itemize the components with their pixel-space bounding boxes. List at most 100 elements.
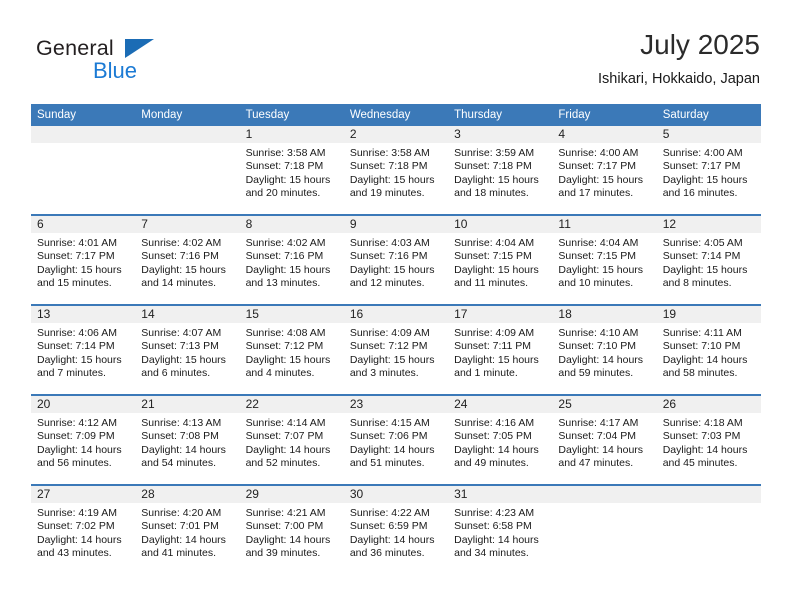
calendar-day-cell[interactable]: 9 Sunrise: 4:03 AM Sunset: 7:16 PM Daylight…	[343, 214, 449, 305]
daylight-duration-line1: Daylight: 15 hours	[454, 353, 539, 366]
daylight-duration-line1: Daylight: 14 hours	[454, 443, 539, 456]
daylight-duration-line1: Daylight: 15 hours	[37, 353, 122, 366]
calendar-day-cell[interactable]: 3 Sunrise: 3:59 AM Sunset: 7:18 PM Daylight…	[448, 126, 553, 215]
daylight-duration-line2: and 7 minutes.	[37, 367, 106, 380]
daylight-duration-line1: Daylight: 15 hours	[349, 263, 435, 276]
daylight-duration-line1: Daylight: 15 hours	[349, 173, 435, 186]
calendar-day-cell[interactable]: 2 Sunrise: 3:58 AM Sunset: 7:18 PM Daylight…	[343, 126, 449, 215]
calendar-day-cell-empty	[552, 484, 657, 574]
day-number: 23	[343, 396, 449, 413]
calendar-day-cell[interactable]: 28 Sunrise: 4:20 AM Sunset: 7:01 PM Dayligh…	[135, 484, 240, 574]
day-cell-inner: 10 Sunrise: 4:04 AM Sunset: 7:15 PM Dayligh…	[448, 216, 553, 304]
page-title: July 2025	[640, 29, 760, 60]
calendar-day-cell[interactable]: 1 Sunrise: 3:58 AM Sunset: 7:18 PM Daylight…	[239, 126, 344, 215]
calendar-day-cell[interactable]: 25 Sunrise: 4:17 AM Sunset: 7:04 PM Dayligh…	[552, 394, 657, 485]
sunrise-sunset-calendar: Sunday Monday Tuesday Wednesday Thursday…	[31, 104, 761, 574]
day-cell-inner: 1 Sunrise: 3:58 AM Sunset: 7:18 PM Daylight…	[239, 126, 344, 214]
daylight-duration-line2: and 36 minutes.	[349, 547, 425, 560]
sunset-time: Sunset: 6:59 PM	[349, 520, 428, 533]
day-cell-inner: 28 Sunrise: 4:20 AM Sunset: 7:01 PM Dayligh…	[135, 486, 240, 574]
daylight-duration-line2: and 34 minutes.	[454, 547, 529, 560]
sunset-time: Sunset: 7:15 PM	[558, 250, 637, 263]
daylight-duration-line2: and 54 minutes.	[141, 457, 216, 470]
daylight-duration-line1: Daylight: 15 hours	[349, 353, 435, 366]
daylight-duration-line2: and 41 minutes.	[141, 547, 216, 560]
calendar-week-row: 1 Sunrise: 3:58 AM Sunset: 7:18 PM Daylight…	[31, 126, 761, 215]
calendar-day-cell[interactable]: 14 Sunrise: 4:07 AM Sunset: 7:13 PM Dayligh…	[135, 304, 240, 395]
sunset-time: Sunset: 7:16 PM	[141, 250, 219, 263]
calendar-day-cell[interactable]: 23 Sunrise: 4:15 AM Sunset: 7:06 PM Dayligh…	[343, 394, 449, 485]
day-cell-inner: 2 Sunrise: 3:58 AM Sunset: 7:18 PM Daylight…	[343, 126, 449, 214]
calendar-day-cell[interactable]: 7 Sunrise: 4:02 AM Sunset: 7:16 PM Daylight…	[135, 214, 240, 305]
calendar-header-row: Sunday Monday Tuesday Wednesday Thursday…	[31, 104, 761, 126]
calendar-day-cell[interactable]: 20 Sunrise: 4:12 AM Sunset: 7:09 PM Dayligh…	[31, 394, 136, 485]
day-number: 2	[343, 126, 449, 143]
calendar-day-cell[interactable]: 4 Sunrise: 4:00 AM Sunset: 7:17 PM Daylight…	[552, 126, 657, 215]
calendar-day-cell[interactable]: 11 Sunrise: 4:04 AM Sunset: 7:15 PM Dayligh…	[552, 214, 657, 305]
day-number: 12	[656, 216, 761, 233]
calendar-day-cell[interactable]: 10 Sunrise: 4:04 AM Sunset: 7:15 PM Dayligh…	[448, 214, 553, 305]
daylight-duration-line2: and 56 minutes.	[37, 457, 112, 470]
daylight-duration-line2: and 12 minutes.	[349, 277, 425, 290]
day-number: 16	[343, 306, 449, 323]
day-number: 24	[448, 396, 553, 413]
sunrise-time: Sunrise: 4:07 AM	[141, 327, 222, 339]
calendar-week-row: 13 Sunrise: 4:06 AM Sunset: 7:14 PM Dayligh…	[31, 304, 761, 395]
daylight-duration-line2: and 16 minutes.	[662, 187, 738, 200]
sunset-time: Sunset: 7:10 PM	[558, 340, 637, 353]
calendar-day-cell[interactable]: 27 Sunrise: 4:19 AM Sunset: 7:02 PM Dayligh…	[31, 484, 136, 574]
calendar-day-cell[interactable]: 29 Sunrise: 4:21 AM Sunset: 7:00 PM Dayligh…	[239, 484, 344, 574]
weekday-header-thursday: Thursday	[448, 104, 553, 126]
calendar-day-cell[interactable]: 22 Sunrise: 4:14 AM Sunset: 7:07 PM Dayligh…	[239, 394, 344, 485]
calendar-day-cell[interactable]: 12 Sunrise: 4:05 AM Sunset: 7:14 PM Dayligh…	[656, 214, 761, 305]
day-number: 17	[448, 306, 553, 323]
sunrise-time: Sunrise: 4:22 AM	[349, 507, 430, 519]
calendar-day-cell[interactable]: 31 Sunrise: 4:23 AM Sunset: 6:58 PM Dayligh…	[448, 484, 553, 574]
day-cell-inner: 24 Sunrise: 4:16 AM Sunset: 7:05 PM Dayligh…	[448, 396, 553, 484]
calendar-day-cell[interactable]: 30 Sunrise: 4:22 AM Sunset: 6:59 PM Dayligh…	[343, 484, 449, 574]
weekday-header-friday: Friday	[552, 104, 657, 126]
sunrise-time: Sunrise: 4:04 AM	[454, 237, 535, 249]
calendar-day-cell[interactable]: 17 Sunrise: 4:09 AM Sunset: 7:11 PM Dayligh…	[448, 304, 553, 395]
daylight-duration-line1: Daylight: 14 hours	[141, 443, 226, 456]
sunset-time: Sunset: 7:17 PM	[558, 160, 637, 173]
calendar-day-cell[interactable]: 24 Sunrise: 4:16 AM Sunset: 7:05 PM Dayligh…	[448, 394, 553, 485]
sunset-time: Sunset: 7:10 PM	[662, 340, 741, 353]
calendar-day-cell[interactable]: 19 Sunrise: 4:11 AM Sunset: 7:10 PM Dayligh…	[656, 304, 761, 395]
day-cell-inner: 6 Sunrise: 4:01 AM Sunset: 7:17 PM Daylight…	[31, 216, 136, 304]
calendar-day-cell[interactable]: 5 Sunrise: 4:00 AM Sunset: 7:17 PM Daylight…	[656, 126, 761, 215]
day-number	[31, 126, 136, 143]
sunset-time: Sunset: 7:18 PM	[245, 160, 324, 173]
calendar-day-cell[interactable]: 26 Sunrise: 4:18 AM Sunset: 7:03 PM Dayligh…	[656, 394, 761, 485]
day-details: Sunrise: 4:16 AM Sunset: 7:05 PM Daylight:…	[448, 413, 552, 471]
logo-text-blue: Blue	[93, 58, 138, 83]
daylight-duration-line2: and 20 minutes.	[245, 187, 321, 200]
day-cell-inner	[552, 486, 657, 574]
sunrise-time: Sunrise: 4:15 AM	[349, 417, 430, 429]
daylight-duration-line1: Daylight: 14 hours	[558, 443, 644, 456]
calendar-day-cell[interactable]: 15 Sunrise: 4:08 AM Sunset: 7:12 PM Dayligh…	[239, 304, 344, 395]
day-number: 13	[31, 306, 136, 323]
calendar-day-cell[interactable]: 13 Sunrise: 4:06 AM Sunset: 7:14 PM Dayligh…	[31, 304, 136, 395]
calendar-body: 1 Sunrise: 3:58 AM Sunset: 7:18 PM Daylight…	[31, 126, 761, 574]
day-number: 1	[239, 126, 344, 143]
day-cell-inner: 31 Sunrise: 4:23 AM Sunset: 6:58 PM Dayligh…	[448, 486, 553, 574]
day-details: Sunrise: 4:15 AM Sunset: 7:06 PM Daylight:…	[344, 413, 448, 471]
day-cell-inner: 12 Sunrise: 4:05 AM Sunset: 7:14 PM Dayligh…	[656, 216, 761, 304]
sunrise-time: Sunrise: 4:18 AM	[662, 417, 743, 429]
calendar-day-cell[interactable]: 6 Sunrise: 4:01 AM Sunset: 7:17 PM Daylight…	[31, 214, 136, 305]
calendar-day-cell[interactable]: 21 Sunrise: 4:13 AM Sunset: 7:08 PM Dayligh…	[135, 394, 240, 485]
sunrise-time: Sunrise: 4:16 AM	[454, 417, 535, 429]
daylight-duration-line1: Daylight: 14 hours	[141, 533, 226, 546]
sunrise-time: Sunrise: 4:06 AM	[37, 327, 117, 339]
day-details: Sunrise: 4:20 AM Sunset: 7:01 PM Daylight:…	[135, 503, 239, 561]
calendar-day-cell[interactable]: 16 Sunrise: 4:09 AM Sunset: 7:12 PM Dayligh…	[343, 304, 449, 395]
calendar-day-cell[interactable]: 18 Sunrise: 4:10 AM Sunset: 7:10 PM Dayligh…	[552, 304, 657, 395]
brand-logo[interactable]: General Blue	[36, 36, 216, 88]
day-number: 7	[135, 216, 240, 233]
calendar-day-cell[interactable]: 8 Sunrise: 4:02 AM Sunset: 7:16 PM Daylight…	[239, 214, 344, 305]
daylight-duration-line2: and 15 minutes.	[37, 277, 112, 290]
sunset-time: Sunset: 7:16 PM	[245, 250, 324, 263]
daylight-duration-line2: and 49 minutes.	[454, 457, 529, 470]
daylight-duration-line2: and 18 minutes.	[454, 187, 529, 200]
